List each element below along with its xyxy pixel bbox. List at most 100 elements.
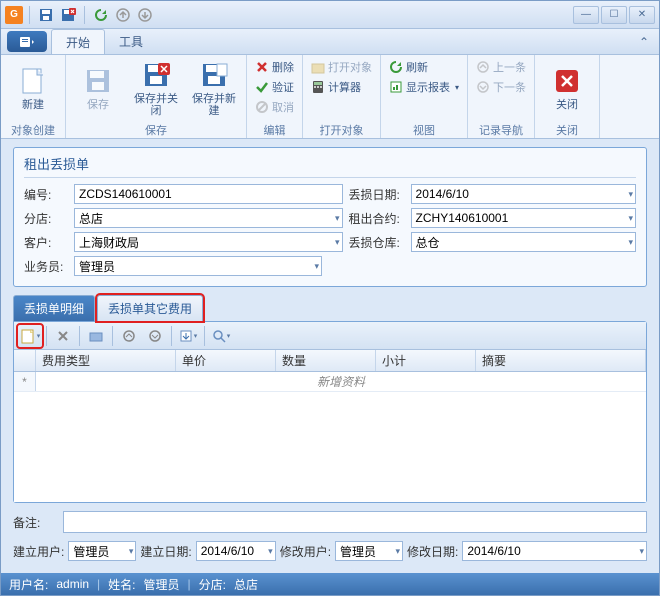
app-window: G — ☐ ✕ 开始 工具 ⌃ 新建	[0, 0, 660, 596]
grid-search-button[interactable]: ▾	[209, 325, 233, 347]
new-icon	[17, 65, 49, 97]
maximize-button[interactable]: ☐	[601, 6, 627, 24]
remark-label: 备注:	[13, 514, 57, 531]
create-date-label: 建立日期:	[140, 543, 191, 560]
save-new-button[interactable]: 保存并新建	[186, 57, 242, 119]
show-report-button[interactable]: 显示报表▾	[385, 77, 463, 97]
grid-export-button[interactable]: ▾	[176, 325, 200, 347]
open-icon	[311, 60, 325, 74]
qat-prev-icon	[113, 5, 133, 25]
form-panel: 租出丢损单 编号: ZCDS140610001 丢损日期: 2014/6/10▾…	[13, 147, 647, 287]
save-icon	[82, 65, 114, 97]
col-remark[interactable]: 摘要	[476, 350, 646, 371]
save-close-icon	[140, 59, 172, 91]
x-icon	[56, 329, 70, 343]
prev-record-button: 上一条	[472, 57, 530, 77]
ribbon: 新建 对象创建 保存 保存并关闭 保存并新建 保存	[1, 55, 659, 139]
qat-refresh-icon[interactable]	[91, 5, 111, 25]
refresh-button[interactable]: 刷新	[385, 57, 463, 77]
warehouse-input[interactable]: 总仓▾	[411, 232, 636, 252]
cancel-button: 取消	[251, 97, 298, 117]
refresh-icon	[389, 60, 403, 74]
grid-open-button[interactable]	[84, 325, 108, 347]
qat-save-icon[interactable]	[36, 5, 56, 25]
close-window-button[interactable]: ✕	[629, 6, 655, 24]
code-label: 编号:	[24, 186, 68, 203]
menu-bar: 开始 工具 ⌃	[1, 29, 659, 55]
grid-panel: ▾ ▾ ▾ 费用类型 单价 数量 小计 摘要	[13, 321, 647, 503]
ribbon-collapse-icon[interactable]: ⌃	[635, 29, 653, 54]
grid-toolbar: ▾ ▾ ▾	[14, 322, 646, 350]
minimize-button[interactable]: —	[573, 6, 599, 24]
staff-label: 业务员:	[24, 258, 68, 275]
close-button[interactable]: 关闭	[539, 57, 595, 119]
arrow-up-icon	[122, 329, 136, 343]
app-icon: G	[5, 6, 23, 24]
date-label: 丢损日期:	[349, 186, 405, 203]
remark-input[interactable]	[63, 511, 647, 533]
status-name: 管理员	[144, 576, 180, 593]
modify-user-input[interactable]: 管理员▾	[335, 541, 403, 561]
panel-title: 租出丢损单	[24, 154, 636, 178]
status-branch-label: 分店:	[199, 576, 226, 593]
contract-label: 租出合约:	[349, 210, 405, 227]
grid-down-button[interactable]	[143, 325, 167, 347]
tab-detail[interactable]: 丢损单明细	[13, 295, 95, 321]
next-record-button: 下一条	[472, 77, 530, 97]
save-button: 保存	[70, 57, 126, 119]
delete-icon	[255, 60, 269, 74]
date-input[interactable]: 2014/6/10▾	[411, 184, 636, 204]
report-icon	[389, 80, 403, 94]
export-icon	[179, 329, 193, 343]
close-icon	[551, 65, 583, 97]
status-user-label: 用户名:	[9, 576, 48, 593]
modify-date-label: 修改日期:	[407, 543, 458, 560]
calculator-icon	[311, 80, 325, 94]
arrow-down-icon	[148, 329, 162, 343]
col-subtotal[interactable]: 小计	[376, 350, 476, 371]
grid-new-button[interactable]: ▾	[18, 325, 42, 347]
calculator-button[interactable]: 计算器	[307, 77, 376, 97]
validate-button[interactable]: 验证	[251, 77, 298, 97]
qat-save-close-icon[interactable]	[58, 5, 78, 25]
col-fee-type[interactable]: 费用类型	[36, 350, 176, 371]
tab-tools[interactable]: 工具	[105, 29, 157, 54]
save-close-button[interactable]: 保存并关闭	[128, 57, 184, 119]
status-branch: 总店	[234, 576, 258, 593]
file-menu-button[interactable]	[7, 31, 47, 52]
check-icon	[255, 80, 269, 94]
content-area: 租出丢损单 编号: ZCDS140610001 丢损日期: 2014/6/10▾…	[1, 139, 659, 573]
folder-icon	[89, 329, 103, 343]
customer-input[interactable]: 上海财政局▾	[74, 232, 343, 252]
code-input[interactable]: ZCDS140610001	[74, 184, 343, 204]
tab-start[interactable]: 开始	[51, 29, 105, 54]
warehouse-label: 丢损仓库:	[349, 234, 405, 251]
grid-delete-button[interactable]	[51, 325, 75, 347]
customer-label: 客户:	[24, 234, 68, 251]
modify-date-input[interactable]: 2014/6/10▾	[462, 541, 647, 561]
col-price[interactable]: 单价	[176, 350, 276, 371]
delete-button[interactable]: 删除	[251, 57, 298, 77]
col-qty[interactable]: 数量	[276, 350, 376, 371]
status-user: admin	[56, 577, 89, 591]
save-new-icon	[198, 59, 230, 91]
create-user-input[interactable]: 管理员▾	[68, 541, 136, 561]
branch-input[interactable]: 总店▾	[74, 208, 343, 228]
tab-other-fee[interactable]: 丢损单其它费用	[97, 295, 203, 321]
create-date-input[interactable]: 2014/6/10▾	[196, 541, 276, 561]
staff-input[interactable]: 管理员▾	[74, 256, 322, 276]
grid-up-button[interactable]	[117, 325, 141, 347]
new-button[interactable]: 新建	[5, 57, 61, 119]
search-icon	[212, 329, 226, 343]
contract-input[interactable]: ZCHY140610001▾	[411, 208, 636, 228]
grid-new-row: * 新增资料	[14, 372, 646, 392]
detail-tabs: 丢损单明细 丢损单其它费用	[13, 295, 647, 321]
qat-next-icon	[135, 5, 155, 25]
status-name-label: 姓名:	[108, 576, 135, 593]
open-object-button: 打开对象	[307, 57, 376, 77]
statusbar: 用户名:admin | 姓名:管理员 | 分店:总店	[1, 573, 659, 595]
create-user-label: 建立用户:	[13, 543, 64, 560]
grid-header: 费用类型 单价 数量 小计 摘要	[14, 350, 646, 372]
branch-label: 分店:	[24, 210, 68, 227]
grid-body[interactable]: * 新增资料	[14, 372, 646, 502]
